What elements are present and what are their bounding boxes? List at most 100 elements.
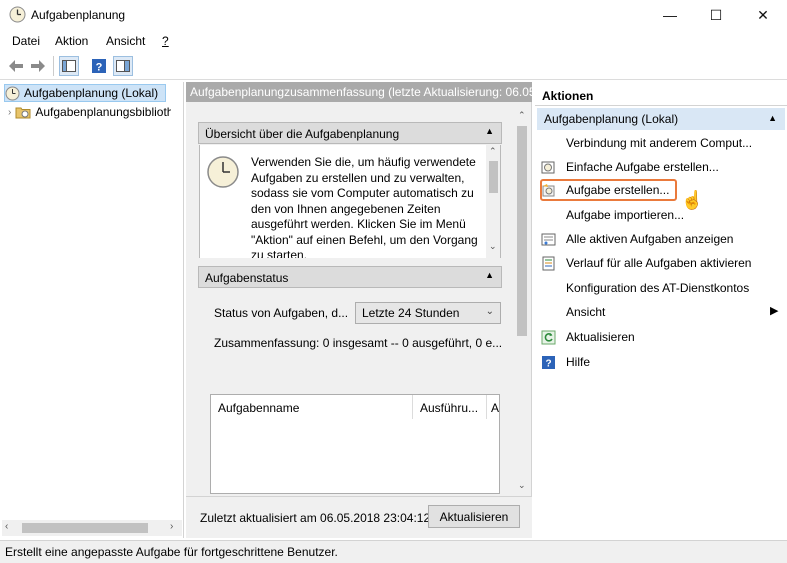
action-label: Aufgabe importieren... — [566, 208, 685, 222]
console-tree-icon — [62, 60, 76, 72]
folder-clock-icon — [15, 107, 31, 119]
actions-pane: Aktionen Aufgabenplanung (Lokal) ▲ Verbi… — [535, 82, 787, 538]
submenu-arrow-icon: ▶ — [770, 305, 779, 317]
vertical-scrollbar[interactable]: ⌃ ⌄ — [514, 106, 530, 496]
clock-icon — [9, 6, 26, 23]
forward-button[interactable] — [28, 56, 48, 76]
tree-item-library[interactable]: › Aufgabenplanungsbibliothek — [8, 103, 171, 121]
column-header-run[interactable]: Ausführu... — [413, 395, 487, 419]
action-label: Verlauf für alle Aufgaben aktivieren — [566, 256, 752, 270]
help-icon: ? — [540, 354, 556, 370]
maximize-button[interactable]: ☐ — [693, 0, 739, 30]
status-filter-label: Status von Aufgaben, d... — [214, 306, 349, 320]
action-import-task[interactable]: Aufgabe importieren... — [540, 204, 780, 226]
tree-item-library-label: Aufgabenplanungsbibliothek — [35, 105, 172, 119]
action-label: Verbindung mit anderem Comput... — [566, 136, 753, 150]
action-label: Alle aktiven Aufgaben anzeigen — [566, 232, 734, 246]
action-show-running-tasks[interactable]: Alle aktiven Aufgaben anzeigen — [540, 228, 780, 250]
action-refresh[interactable]: Aktualisieren — [540, 326, 780, 348]
task-wizard-icon — [540, 159, 556, 175]
actions-group-header[interactable]: Aufgabenplanung (Lokal) ▲ — [537, 108, 785, 130]
action-label: Aufgabe erstellen... — [566, 183, 670, 197]
show-actions-button[interactable] — [113, 56, 133, 76]
overview-scrollbar[interactable]: ⌃ ⌄ — [486, 145, 500, 258]
menu-datei[interactable]: Datei — [12, 34, 40, 48]
action-label: Konfiguration des AT-Dienstkontos — [566, 281, 750, 295]
action-label: Einfache Aufgabe erstellen... — [566, 160, 719, 174]
chevron-down-icon: ⌄ — [485, 306, 494, 317]
action-label: Aktualisieren — [566, 330, 635, 344]
blank-icon — [540, 280, 556, 296]
blank-icon — [540, 135, 556, 151]
overview-description: Verwenden Sie die, um häufig verwendete … — [251, 155, 478, 258]
menu-bar: Datei Aktion Ansicht ? — [0, 31, 787, 51]
blank-icon — [540, 207, 556, 223]
actions-title: Aktionen — [535, 84, 787, 106]
clock-icon — [207, 156, 239, 188]
chevron-down-icon[interactable]: ⌄ — [518, 480, 526, 491]
action-create-basic-task[interactable]: Einfache Aufgabe erstellen... — [540, 156, 780, 178]
status-bar-text: Erstellt eine angepasste Aufgabe für for… — [5, 545, 338, 559]
summary-header: Aufgabenplanungzusammenfassung (letzte A… — [186, 82, 532, 102]
close-icon: ✕ — [757, 6, 769, 23]
status-section-title: Aufgabenstatus — [205, 271, 289, 285]
scroll-left-icon[interactable]: ‹ — [5, 521, 8, 532]
clock-icon — [5, 86, 20, 100]
running-tasks-icon — [540, 231, 556, 247]
summary-pane: Aufgabenplanungzusammenfassung (letzte A… — [186, 82, 532, 538]
action-label: Ansicht — [566, 305, 606, 319]
collapse-icon[interactable]: ▲ — [768, 113, 777, 123]
refresh-icon — [540, 329, 556, 345]
scrollbar-thumb[interactable] — [489, 161, 498, 193]
last-updated-text: Zuletzt aktualisiert am 06.05.2018 23:04… — [200, 511, 431, 525]
column-header-name[interactable]: Aufgabenname — [211, 395, 413, 419]
chevron-up-icon[interactable]: ⌃ — [518, 110, 526, 121]
status-select-value: Letzte 24 Stunden — [362, 306, 460, 320]
overview-section: Verwenden Sie die, um häufig verwendete … — [199, 145, 501, 258]
overview-section-header[interactable]: Übersicht über die Aufgabenplanung ▲ — [198, 122, 502, 144]
arrow-left-icon — [9, 60, 23, 72]
action-at-service-account[interactable]: Konfiguration des AT-Dienstkontos — [540, 277, 780, 299]
help-button[interactable]: ? — [89, 56, 109, 76]
collapse-icon[interactable]: ▲ — [485, 126, 494, 136]
status-period-select[interactable]: Letzte 24 Stunden ⌄ — [355, 302, 501, 324]
action-create-task[interactable]: Aufgabe erstellen... — [540, 179, 677, 201]
tasks-table: Aufgabenname Ausführu... A — [210, 394, 500, 494]
minimize-icon: — — [663, 7, 677, 23]
overview-section-title: Übersicht über die Aufgabenplanung — [205, 127, 400, 141]
action-help[interactable]: ? Hilfe — [540, 351, 780, 373]
action-connect[interactable]: Verbindung mit anderem Comput... — [540, 132, 780, 154]
scroll-right-icon[interactable]: › — [170, 521, 173, 532]
column-header-extra[interactable]: A — [487, 395, 501, 419]
close-button[interactable]: ✕ — [740, 0, 786, 30]
summary-footer: Zuletzt aktualisiert am 06.05.2018 23:04… — [186, 496, 532, 538]
blank-icon — [540, 304, 556, 320]
action-enable-history[interactable]: Verlauf für alle Aufgaben aktivieren — [540, 252, 780, 274]
back-button[interactable] — [6, 56, 26, 76]
chevron-up-icon[interactable]: ⌃ — [489, 146, 497, 157]
show-tree-button[interactable] — [59, 56, 79, 76]
status-section-header[interactable]: Aufgabenstatus ▲ — [198, 266, 502, 288]
arrow-right-icon — [31, 60, 45, 72]
help-icon: ? — [92, 59, 106, 74]
scrollbar-thumb[interactable] — [22, 523, 148, 533]
actions-group-title: Aufgabenplanung (Lokal) — [544, 112, 679, 126]
new-task-icon — [540, 182, 556, 198]
minimize-button[interactable]: — — [647, 0, 693, 30]
action-view-menu[interactable]: Ansicht ▶ — [540, 301, 780, 323]
menu-ansicht[interactable]: Ansicht — [106, 34, 145, 48]
horizontal-scrollbar[interactable]: ‹ › — [2, 520, 182, 536]
menu-help[interactable]: ? — [162, 34, 169, 48]
menu-aktion[interactable]: Aktion — [55, 34, 88, 48]
scrollbar-thumb[interactable] — [517, 126, 527, 336]
refresh-button[interactable]: Aktualisieren — [428, 505, 520, 528]
status-summary: Zusammenfassung: 0 insgesamt -- 0 ausgef… — [214, 336, 503, 350]
chevron-down-icon[interactable]: ⌄ — [489, 241, 497, 252]
action-pane-icon — [116, 60, 130, 72]
collapse-icon[interactable]: ▲ — [485, 270, 494, 280]
history-icon — [540, 255, 556, 271]
tree-item-root[interactable]: Aufgabenplanung (Lokal) — [4, 84, 166, 102]
chevron-right-icon[interactable]: › — [8, 107, 11, 118]
status-bar: Erstellt eine angepasste Aufgabe für for… — [0, 540, 787, 563]
svg-text:?: ? — [545, 358, 551, 369]
